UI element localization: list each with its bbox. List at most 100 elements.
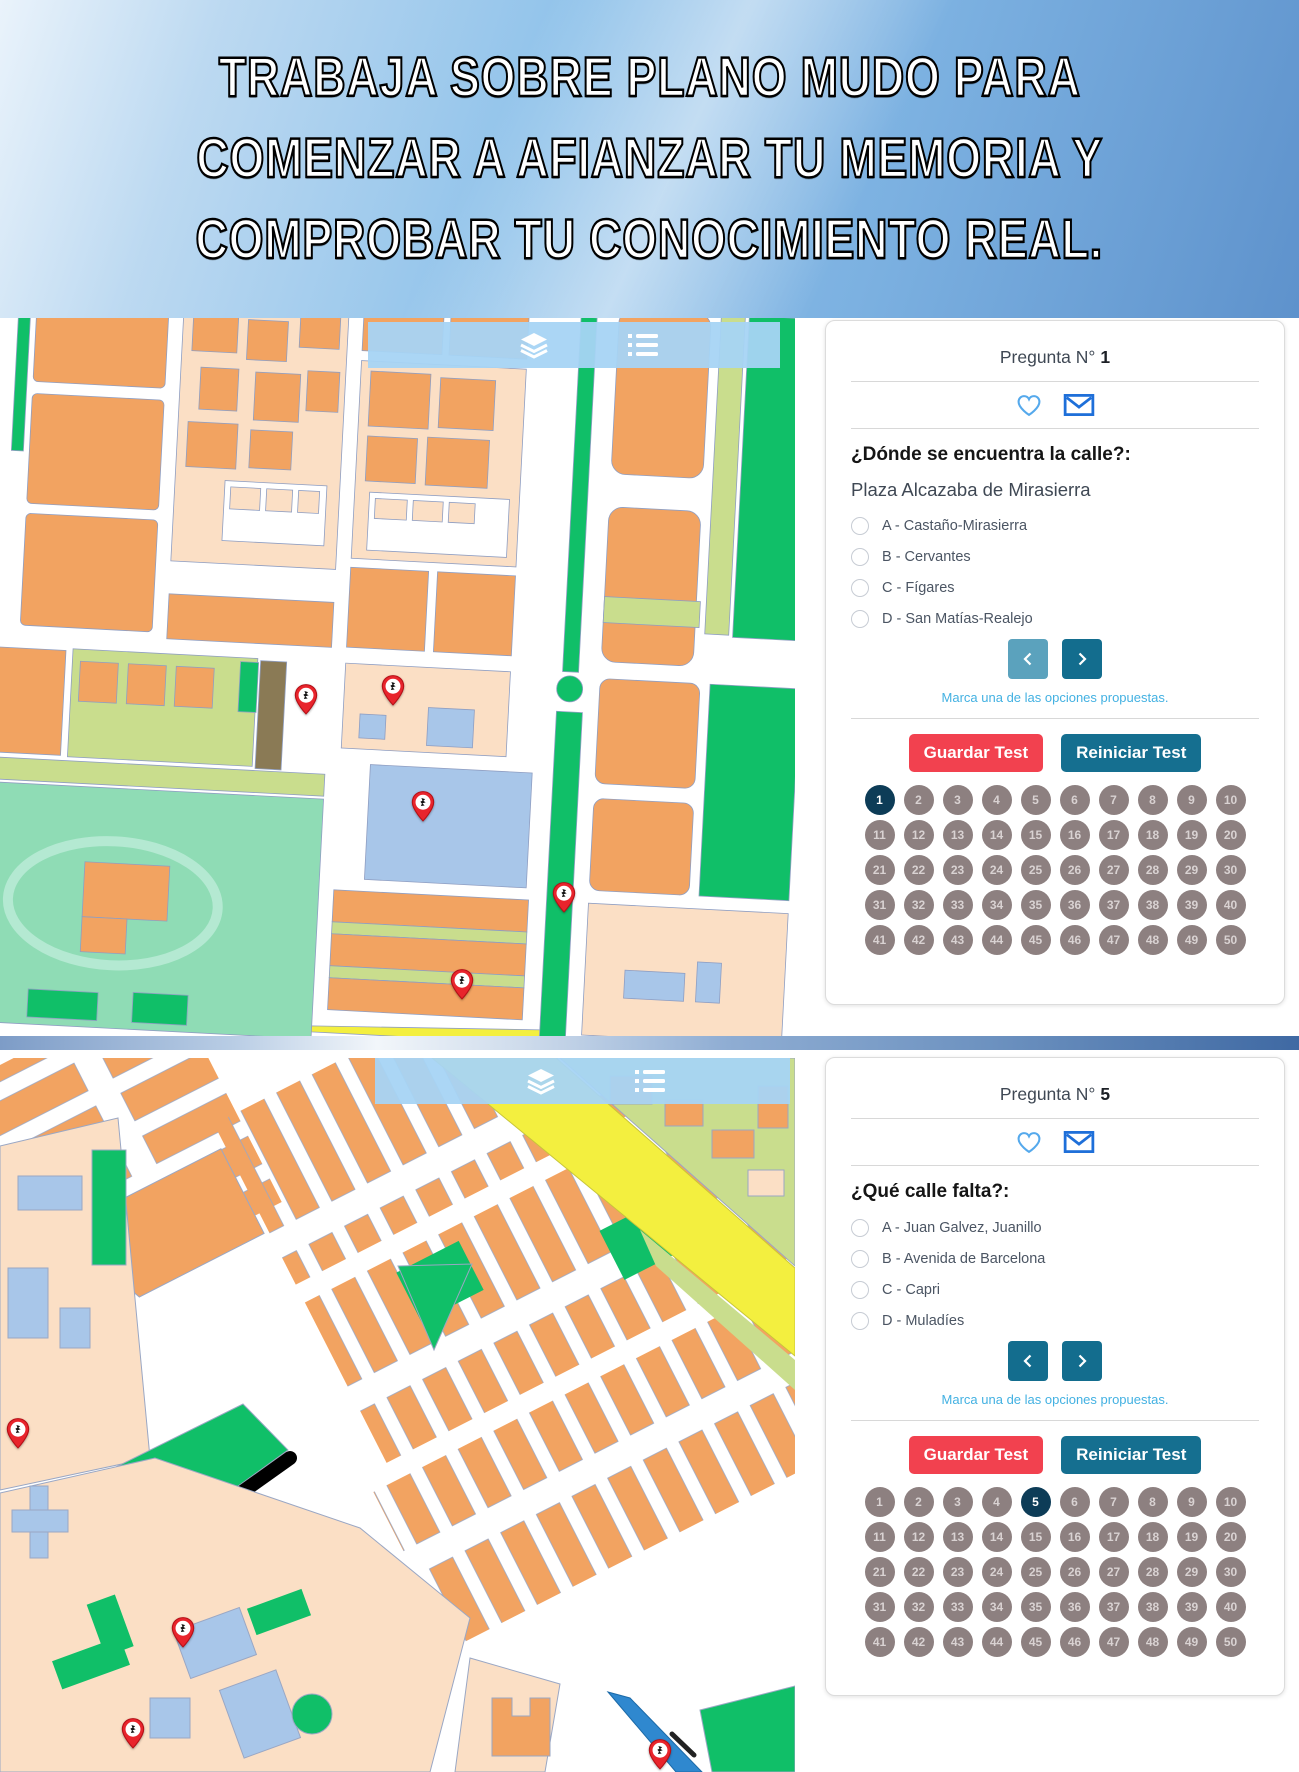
question-number-27[interactable]: 27: [1099, 855, 1129, 885]
question-number-8[interactable]: 8: [1138, 785, 1168, 815]
question-number-26[interactable]: 26: [1060, 1557, 1090, 1587]
question-number-22[interactable]: 22: [904, 1557, 934, 1587]
question-number-9[interactable]: 9: [1177, 1487, 1207, 1517]
question-number-20[interactable]: 20: [1216, 820, 1246, 850]
question-number-41[interactable]: 41: [865, 1627, 895, 1657]
question-number-31[interactable]: 31: [865, 1592, 895, 1622]
radio-option-b[interactable]: [851, 548, 869, 566]
option-c[interactable]: C - Fígares: [851, 577, 1259, 599]
question-number-14[interactable]: 14: [982, 820, 1012, 850]
question-number-49[interactable]: 49: [1177, 1627, 1207, 1657]
question-number-35[interactable]: 35: [1021, 890, 1051, 920]
question-number-8[interactable]: 8: [1138, 1487, 1168, 1517]
question-number-43[interactable]: 43: [943, 925, 973, 955]
question-number-17[interactable]: 17: [1099, 1522, 1129, 1552]
option-b[interactable]: B - Cervantes: [851, 546, 1259, 568]
option-c[interactable]: C - Capri: [851, 1279, 1259, 1301]
question-number-12[interactable]: 12: [904, 1522, 934, 1552]
question-number-39[interactable]: 39: [1177, 1592, 1207, 1622]
question-number-33[interactable]: 33: [943, 890, 973, 920]
envelope-icon[interactable]: [1063, 1130, 1095, 1154]
question-number-45[interactable]: 45: [1021, 1627, 1051, 1657]
location-pin-icon[interactable]: [170, 1616, 196, 1648]
question-number-12[interactable]: 12: [904, 820, 934, 850]
question-number-46[interactable]: 46: [1060, 1627, 1090, 1657]
question-number-6[interactable]: 6: [1060, 1487, 1090, 1517]
question-number-36[interactable]: 36: [1060, 890, 1090, 920]
question-number-20[interactable]: 20: [1216, 1522, 1246, 1552]
question-number-48[interactable]: 48: [1138, 1627, 1168, 1657]
radio-option-a[interactable]: [851, 1219, 869, 1237]
question-number-18[interactable]: 18: [1138, 1522, 1168, 1552]
list-icon[interactable]: [633, 1068, 667, 1099]
question-number-2[interactable]: 2: [904, 785, 934, 815]
question-number-29[interactable]: 29: [1177, 855, 1207, 885]
question-number-32[interactable]: 32: [904, 890, 934, 920]
question-number-14[interactable]: 14: [982, 1522, 1012, 1552]
question-number-4[interactable]: 4: [982, 1487, 1012, 1517]
reset-test-button[interactable]: Reiniciar Test: [1061, 734, 1201, 772]
question-number-11[interactable]: 11: [865, 1522, 895, 1552]
question-number-10[interactable]: 10: [1216, 785, 1246, 815]
question-number-29[interactable]: 29: [1177, 1557, 1207, 1587]
question-number-3[interactable]: 3: [943, 785, 973, 815]
heart-icon[interactable]: [1015, 1130, 1043, 1155]
question-number-13[interactable]: 13: [943, 1522, 973, 1552]
street-map-2[interactable]: [0, 1058, 795, 1772]
question-number-26[interactable]: 26: [1060, 855, 1090, 885]
question-number-47[interactable]: 47: [1099, 925, 1129, 955]
question-number-40[interactable]: 40: [1216, 890, 1246, 920]
question-number-21[interactable]: 21: [865, 855, 895, 885]
option-b[interactable]: B - Avenida de Barcelona: [851, 1248, 1259, 1270]
question-number-16[interactable]: 16: [1060, 1522, 1090, 1552]
radio-option-a[interactable]: [851, 517, 869, 535]
question-number-45[interactable]: 45: [1021, 925, 1051, 955]
location-pin-icon[interactable]: [551, 881, 577, 913]
question-number-50[interactable]: 50: [1216, 925, 1246, 955]
question-number-6[interactable]: 6: [1060, 785, 1090, 815]
question-number-4[interactable]: 4: [982, 785, 1012, 815]
question-number-25[interactable]: 25: [1021, 1557, 1051, 1587]
list-icon[interactable]: [626, 332, 660, 363]
question-number-49[interactable]: 49: [1177, 925, 1207, 955]
location-pin-icon[interactable]: [380, 674, 406, 706]
question-number-3[interactable]: 3: [943, 1487, 973, 1517]
question-number-28[interactable]: 28: [1138, 1557, 1168, 1587]
question-number-40[interactable]: 40: [1216, 1592, 1246, 1622]
prev-arrow-icon[interactable]: [1008, 1341, 1048, 1381]
question-number-10[interactable]: 10: [1216, 1487, 1246, 1517]
location-pin-icon[interactable]: [120, 1717, 146, 1749]
question-number-21[interactable]: 21: [865, 1557, 895, 1587]
question-number-46[interactable]: 46: [1060, 925, 1090, 955]
radio-option-b[interactable]: [851, 1250, 869, 1268]
question-number-23[interactable]: 23: [943, 855, 973, 885]
question-number-18[interactable]: 18: [1138, 820, 1168, 850]
question-number-47[interactable]: 47: [1099, 1627, 1129, 1657]
radio-option-d[interactable]: [851, 610, 869, 628]
question-number-43[interactable]: 43: [943, 1627, 973, 1657]
option-a[interactable]: A - Juan Galvez, Juanillo: [851, 1217, 1259, 1239]
question-number-38[interactable]: 38: [1138, 1592, 1168, 1622]
question-number-48[interactable]: 48: [1138, 925, 1168, 955]
question-number-28[interactable]: 28: [1138, 855, 1168, 885]
question-number-44[interactable]: 44: [982, 925, 1012, 955]
envelope-icon[interactable]: [1063, 393, 1095, 417]
question-number-5[interactable]: 5: [1021, 1487, 1051, 1517]
save-test-button[interactable]: Guardar Test: [909, 734, 1044, 772]
question-number-19[interactable]: 19: [1177, 1522, 1207, 1552]
question-number-44[interactable]: 44: [982, 1627, 1012, 1657]
next-arrow-icon[interactable]: [1062, 1341, 1102, 1381]
question-number-33[interactable]: 33: [943, 1592, 973, 1622]
question-number-36[interactable]: 36: [1060, 1592, 1090, 1622]
location-pin-icon[interactable]: [5, 1417, 31, 1449]
question-number-37[interactable]: 37: [1099, 890, 1129, 920]
layers-icon[interactable]: [523, 1068, 559, 1100]
question-number-32[interactable]: 32: [904, 1592, 934, 1622]
question-number-24[interactable]: 24: [982, 855, 1012, 885]
question-number-35[interactable]: 35: [1021, 1592, 1051, 1622]
question-number-1[interactable]: 1: [865, 785, 895, 815]
question-number-19[interactable]: 19: [1177, 820, 1207, 850]
question-number-34[interactable]: 34: [982, 1592, 1012, 1622]
question-number-9[interactable]: 9: [1177, 785, 1207, 815]
question-number-11[interactable]: 11: [865, 820, 895, 850]
